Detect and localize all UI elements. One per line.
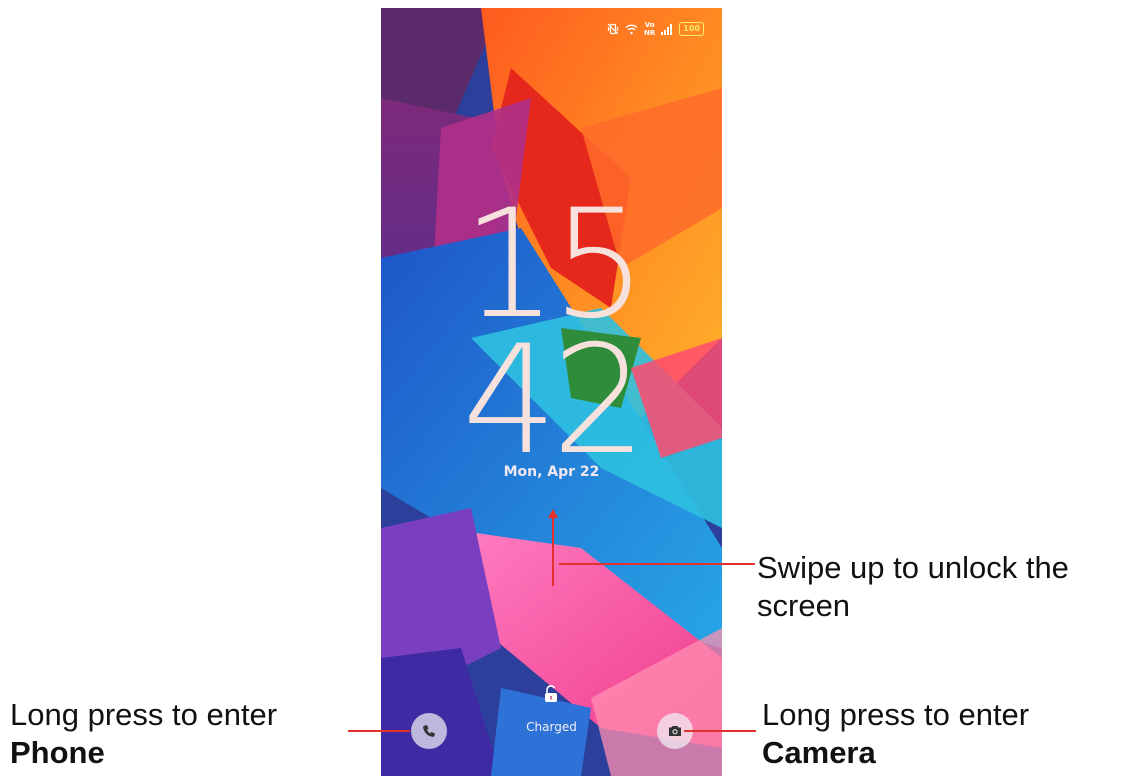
swipe-callout: Swipe up to unlock the screen [757,549,1140,625]
swipe-callout-line [559,563,755,565]
swipe-callout-line2: screen [757,588,851,623]
volte-top-label: Vo [644,21,655,29]
vibrate-icon [607,23,619,35]
phone-callout-line [348,730,410,732]
signal-icon [661,23,673,35]
swipe-callout-line1: Swipe up to unlock the [757,550,1069,585]
phone-callout: Long press to enter Phone [10,696,350,772]
camera-callout: Long press to enter Camera [762,696,1132,772]
phone-icon [423,725,435,737]
status-bar: Vo NR 100 [607,18,704,40]
clock-minute: 42 [462,314,647,488]
date-label: Mon, Apr 22 [503,464,600,480]
phone-callout-line2: Phone [10,735,105,770]
phone-screen: Vo NR 100 15 42 Mon, Apr 22 Charged [381,8,722,776]
phone-callout-line1: Long press to enter [10,697,278,732]
swipe-up-arrow-icon [548,509,558,586]
wifi-icon [625,23,638,35]
phone-shortcut-button[interactable] [411,713,447,749]
volte-bottom-label: NR [644,29,656,37]
camera-callout-line2: Camera [762,735,876,770]
volte-icon: Vo NR [644,21,655,37]
camera-callout-line [684,730,756,732]
camera-icon [669,726,681,736]
battery-level: 100 [683,24,700,33]
camera-callout-line1: Long press to enter [762,697,1030,732]
unlock-icon [545,685,557,702]
battery-icon: 100 [679,22,704,36]
